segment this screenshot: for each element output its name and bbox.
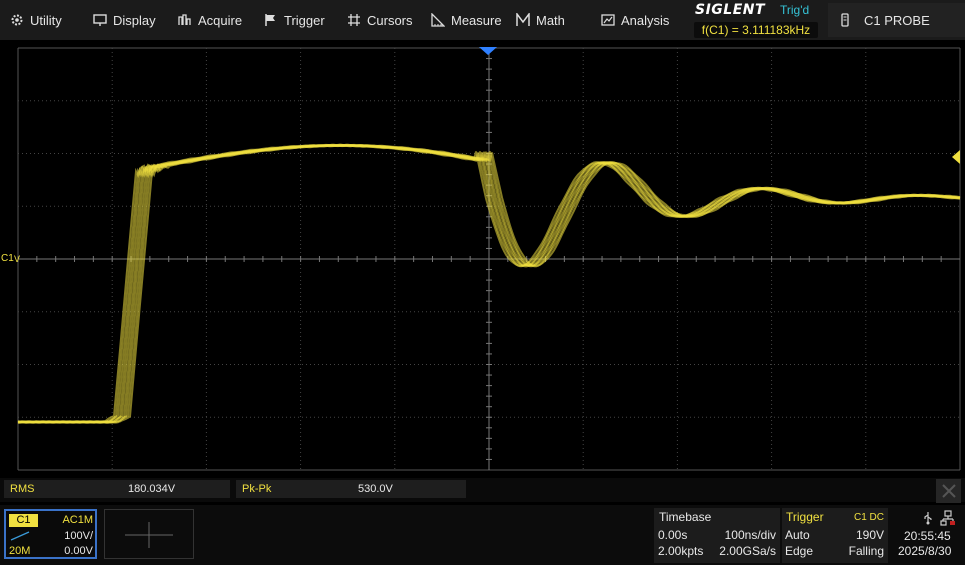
probe-label: C1 PROBE bbox=[864, 12, 930, 28]
menu-measure-label: Measure bbox=[451, 12, 502, 28]
menu-display-label: Display bbox=[113, 12, 156, 28]
probe-icon bbox=[841, 13, 849, 27]
trigger-source: C1 DC bbox=[853, 512, 884, 523]
menu-measure[interactable]: Measure bbox=[431, 0, 502, 40]
menu-utility[interactable]: Utility bbox=[10, 0, 62, 40]
gear-icon bbox=[11, 14, 23, 26]
channel-offset-arrow: V bbox=[14, 254, 20, 264]
trigger-position-marker[interactable] bbox=[479, 47, 497, 55]
trigger-level-marker[interactable] bbox=[952, 150, 960, 164]
math-icon bbox=[516, 13, 530, 26]
measurement-bar: RMS 180.034V Pk-Pk 530.0V bbox=[0, 478, 965, 502]
channel1-offset: 0.00V bbox=[64, 545, 93, 557]
waveform-display[interactable]: C1 V bbox=[0, 40, 965, 472]
system-status: 20:55:45 2025/8/30 bbox=[892, 508, 965, 563]
menu-math[interactable]: Math bbox=[516, 0, 565, 40]
clock-time: 20:55:45 bbox=[904, 529, 951, 543]
channel1-bandwidth: 20M bbox=[9, 545, 31, 557]
menu-analysis-label: Analysis bbox=[621, 12, 670, 28]
menu-display[interactable]: Display bbox=[93, 0, 156, 40]
menu-acquire-label: Acquire bbox=[198, 12, 243, 28]
menu-trigger-label: Trigger bbox=[284, 12, 325, 28]
trigger-slope: Falling bbox=[848, 544, 884, 558]
close-measurements-button[interactable] bbox=[936, 479, 961, 503]
channel1-settings[interactable]: C1 AC1M 100V/ 20M 0.00V bbox=[4, 509, 97, 559]
graticule bbox=[17, 47, 961, 471]
clock-date: 2025/8/30 bbox=[898, 544, 952, 558]
waveform-canvas: C1 V bbox=[1, 47, 961, 471]
flag-icon bbox=[265, 14, 275, 26]
trigger-mode: Auto bbox=[785, 528, 810, 542]
rms-label: RMS bbox=[10, 483, 35, 495]
plus-icon bbox=[125, 522, 173, 548]
channel1-slope-icon bbox=[10, 531, 30, 541]
menu-utility-label: Utility bbox=[30, 12, 62, 28]
trigger-title: Trigger bbox=[786, 510, 824, 524]
timebase-rate: 2.00GSa/s bbox=[719, 544, 776, 558]
frequency-counter[interactable]: f(C1) = 3.111183kHz bbox=[694, 22, 818, 38]
channel1-tag: C1 bbox=[9, 514, 38, 527]
usb-icon[interactable] bbox=[922, 511, 934, 525]
menu-cursors-label: Cursors bbox=[367, 12, 413, 28]
rms-value: 180.034V bbox=[128, 483, 176, 495]
channel1-coupling: AC1M bbox=[62, 514, 93, 526]
timebase-points: 2.00kpts bbox=[658, 544, 704, 558]
brand-area: SIGLENT Trig'd f(C1) = 3.111183kHz bbox=[690, 2, 820, 38]
probe-button[interactable]: C1 PROBE bbox=[828, 3, 965, 37]
timebase-scale: 100ns/div bbox=[724, 528, 776, 542]
monitor-icon bbox=[93, 14, 107, 26]
measurement-rms[interactable]: RMS 180.034V bbox=[4, 480, 230, 498]
menu-analysis[interactable]: Analysis bbox=[601, 0, 669, 40]
trigger-level: 190V bbox=[855, 528, 884, 542]
trigger-status: Trig'd bbox=[780, 3, 810, 17]
menu-math-label: Math bbox=[536, 12, 565, 28]
pkpk-value: 530.0V bbox=[358, 483, 393, 495]
add-channel-button[interactable] bbox=[104, 509, 194, 559]
trigger-type: Edge bbox=[785, 544, 814, 558]
acquire-icon bbox=[178, 14, 191, 25]
cursors-icon bbox=[348, 14, 360, 26]
menu-cursors[interactable]: Cursors bbox=[347, 0, 413, 40]
channel1-scale: 100V/ bbox=[64, 530, 93, 542]
channel-offset-marker[interactable]: C1 bbox=[1, 253, 14, 264]
menu-acquire[interactable]: Acquire bbox=[178, 0, 242, 40]
close-icon bbox=[941, 484, 956, 498]
menu-bar: Utility Display Acquire Trigger Cursors … bbox=[0, 0, 965, 41]
pkpk-label: Pk-Pk bbox=[242, 483, 272, 495]
timebase-title: Timebase bbox=[659, 510, 712, 524]
timebase-panel[interactable]: Timebase 0.00s 100ns/div 2.00kpts 2.00GS… bbox=[654, 508, 780, 563]
menu-trigger[interactable]: Trigger bbox=[264, 0, 325, 40]
siglent-logo: SIGLENT bbox=[695, 2, 766, 18]
network-icon[interactable] bbox=[940, 510, 956, 526]
trigger-panel[interactable]: Trigger C1 DC Auto 190V Edge Falling bbox=[782, 508, 888, 563]
measure-icon bbox=[431, 13, 445, 27]
timebase-delay: 0.00s bbox=[658, 528, 688, 542]
measurement-pkpk[interactable]: Pk-Pk 530.0V bbox=[236, 480, 466, 498]
analysis-icon bbox=[601, 14, 615, 26]
